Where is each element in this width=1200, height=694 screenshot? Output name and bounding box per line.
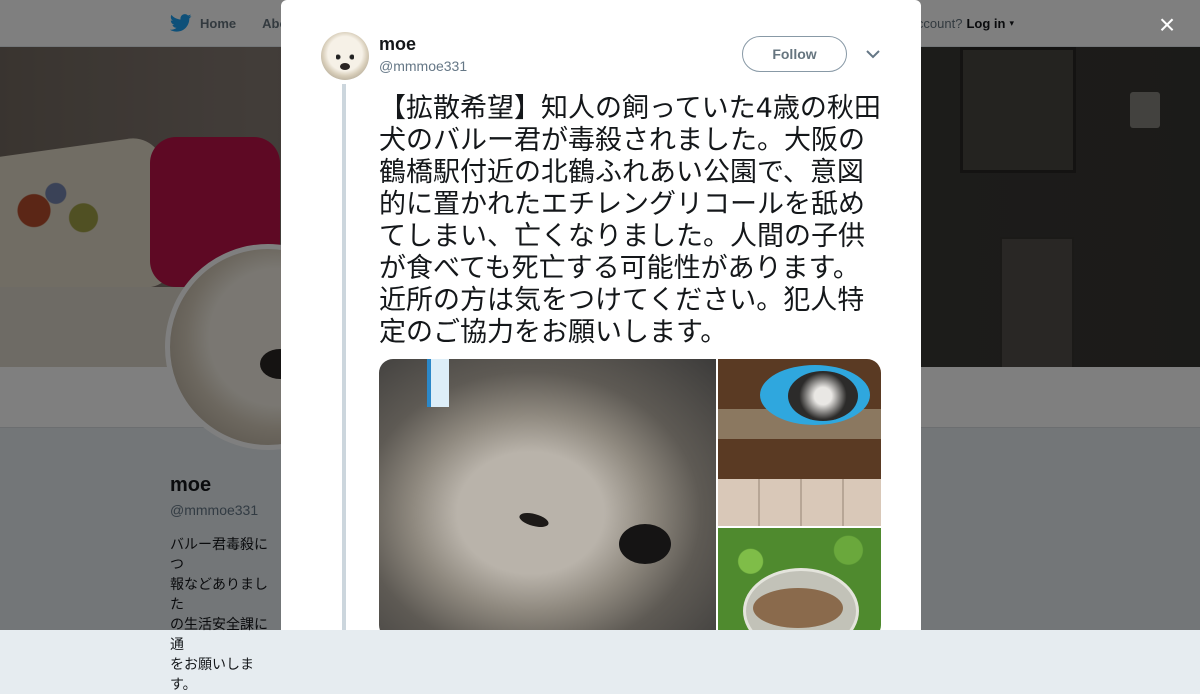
avatar-dog-nose: [340, 63, 350, 70]
photo-dog-eye: [517, 510, 551, 530]
tweet-author-handle[interactable]: @mmmoe331: [379, 58, 467, 74]
tweet-author-avatar[interactable]: [321, 32, 369, 80]
media-photo-1[interactable]: [379, 359, 716, 630]
photo-dog-nose: [619, 524, 671, 564]
photo-dog: [788, 371, 858, 421]
tweet-text: 【拡散希望】知人の飼っていた4歳の秋田犬のバルー君が毒殺されました。大阪の鶴橋駅…: [379, 93, 881, 348]
photo-floor: [718, 479, 881, 526]
tweet-media-grid: [379, 359, 881, 630]
chevron-down-icon[interactable]: [863, 44, 883, 64]
close-icon[interactable]: ×: [1152, 10, 1182, 40]
photo-food: [753, 588, 843, 628]
media-photo-3[interactable]: [718, 528, 881, 630]
thread-line: [342, 84, 346, 630]
follow-button[interactable]: Follow: [742, 36, 847, 72]
photo-tag: [427, 359, 449, 407]
chevron-down-glyph: [866, 50, 880, 59]
tweet-modal: moe @mmmoe331 Follow 【拡散希望】知人の飼っていた4歳の秋田…: [281, 0, 921, 630]
tweet-author-name[interactable]: moe: [379, 34, 416, 55]
media-photo-2[interactable]: [718, 359, 881, 526]
avatar-dog-eyes: [336, 54, 354, 60]
